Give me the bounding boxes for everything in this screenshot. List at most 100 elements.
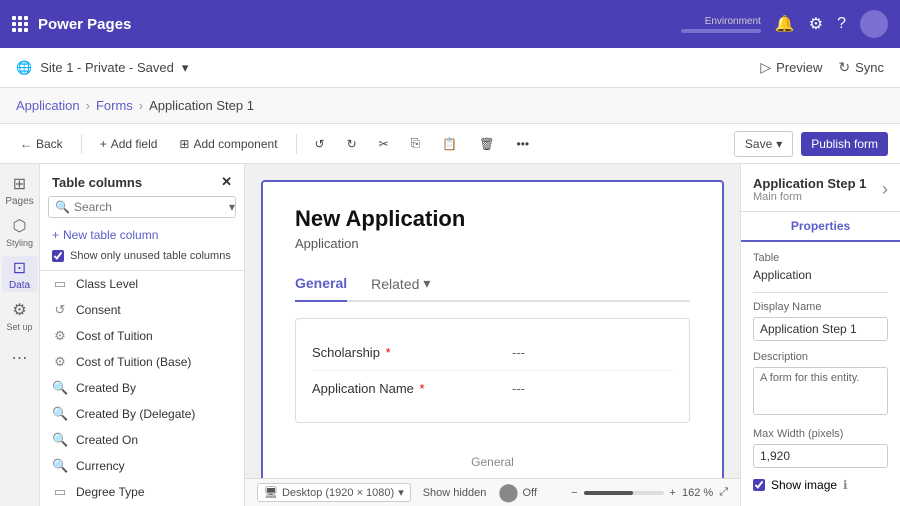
props-section: Table Application Display Name Descripti… [741, 242, 900, 502]
sidebar-item-pages[interactable]: ⊞ Pages [2, 172, 38, 208]
main-layout: ⊞ Pages ⬡ Styling ⊡ Data ⚙ Set up ⋯ Tabl… [0, 164, 900, 506]
column-item-currency[interactable]: 🔍Currency [40, 453, 244, 479]
more-nav-icon: ⋯ [12, 348, 28, 368]
apps-icon[interactable] [12, 16, 28, 32]
tab-properties[interactable]: Properties [741, 212, 900, 242]
max-width-input[interactable] [753, 444, 888, 468]
sidebar-item-styling[interactable]: ⬡ Styling [2, 214, 38, 250]
col-icon-cost_of_tuition: ⚙ [52, 328, 68, 344]
copy-button[interactable]: ⎘ [403, 132, 429, 155]
application-name-required: * [420, 381, 425, 396]
app-title: Power Pages [38, 16, 131, 33]
cut-button[interactable]: ✂ [371, 133, 397, 155]
env-info: Environment [681, 16, 761, 33]
related-chevron-icon: ▾ [423, 275, 430, 292]
form-section: Scholarship * --- Application Name * --- [295, 318, 690, 423]
back-icon: ← [20, 137, 32, 151]
styling-icon: ⬡ [13, 216, 27, 236]
new-table-column-button[interactable]: + New table column [40, 224, 244, 246]
env-bar [681, 29, 761, 33]
column-item-created_by[interactable]: 🔍Created By [40, 375, 244, 401]
breadcrumb-forms[interactable]: Forms [96, 98, 133, 113]
publish-button[interactable]: Publish form [801, 132, 888, 156]
settings-icon[interactable]: ⚙ [809, 14, 823, 34]
filter-icon[interactable]: ▾ [229, 200, 235, 214]
close-panel-icon[interactable]: ✕ [221, 174, 232, 190]
display-name-input[interactable] [753, 317, 888, 341]
undo-button[interactable]: ↺ [307, 133, 333, 155]
col-icon-created_by: 🔍 [52, 380, 68, 396]
form-row-application-name: Application Name * --- [312, 371, 673, 406]
sidebar-item-setup[interactable]: ⚙ Set up [2, 298, 38, 334]
table-value: Application [753, 268, 888, 282]
show-image-checkbox[interactable] [753, 479, 765, 491]
sidebar-item-more[interactable]: ⋯ [2, 340, 38, 376]
show-image-row: Show image ℹ [753, 478, 888, 492]
add-field-button[interactable]: + Add field [92, 133, 166, 155]
description-label: Description [753, 351, 888, 363]
search-input[interactable] [74, 200, 229, 214]
secondbar-actions: ▷ Preview ↻ Sync [760, 59, 884, 76]
more-button[interactable]: ••• [509, 133, 538, 155]
site-icon: 🌐 [16, 60, 32, 76]
zoom-plus-icon[interactable]: + [670, 487, 676, 499]
tab-general[interactable]: General [295, 267, 347, 302]
add-col-icon: + [52, 228, 59, 242]
preview-button[interactable]: ▷ Preview [760, 59, 822, 76]
props-chevron-icon[interactable]: › [882, 179, 888, 200]
zoom-bar: − + 162 % ⤢ [571, 486, 728, 499]
breadcrumb-current: Application Step 1 [149, 98, 254, 113]
back-button[interactable]: ← Back [12, 133, 71, 155]
column-item-cost_of_tuition[interactable]: ⚙Cost of Tuition [40, 323, 244, 349]
props-title: Application Step 1 [753, 176, 866, 191]
toggle-control[interactable]: ⬤ Off [498, 482, 537, 503]
column-item-class_level[interactable]: ▭Class Level [40, 271, 244, 297]
paste-button[interactable]: 📋 [434, 133, 465, 155]
data-icon: ⊡ [13, 258, 26, 278]
column-item-created_on[interactable]: 🔍Created On [40, 427, 244, 453]
info-icon[interactable]: ℹ [843, 478, 848, 492]
sync-icon: ↻ [838, 59, 850, 76]
search-box: 🔍 ▾ [48, 196, 236, 218]
breadcrumb-application[interactable]: Application [16, 98, 80, 113]
max-width-label: Max Width (pixels) [753, 428, 888, 440]
desktop-selector[interactable]: 🖥 Desktop (1920 × 1080) ▾ [257, 483, 411, 502]
zoom-minus-icon[interactable]: − [571, 487, 577, 499]
tab-related[interactable]: Related ▾ [371, 267, 430, 302]
delete-button[interactable]: 🗑 [471, 133, 502, 155]
expand-icon[interactable]: ⤢ [719, 486, 728, 499]
zoom-fill [584, 491, 634, 495]
zoom-track[interactable] [584, 491, 664, 495]
column-item-consent[interactable]: ↺Consent [40, 297, 244, 323]
site-label[interactable]: Site 1 - Private - Saved [40, 60, 174, 75]
show-unused-checkbox[interactable] [52, 250, 64, 262]
application-name-label: Application Name * [312, 381, 512, 396]
bottom-bar: 🖥 Desktop (1920 × 1080) ▾ Show hidden ⬤ … [245, 478, 740, 506]
column-item-created_by_delegate[interactable]: 🔍Created By (Delegate) [40, 401, 244, 427]
form-subtitle: Application [295, 236, 690, 251]
scholarship-value[interactable]: --- [512, 345, 525, 360]
columns-list: ▭Class Level↺Consent⚙Cost of Tuition⚙Cos… [40, 271, 244, 506]
form-tabs: General Related ▾ [295, 267, 690, 302]
properties-panel: Application Step 1 Main form › Propertie… [740, 164, 900, 506]
sync-button[interactable]: ↻ Sync [838, 59, 884, 76]
column-item-degree_type[interactable]: ▭Degree Type [40, 479, 244, 505]
setup-icon: ⚙ [12, 300, 26, 320]
topbar-left: Power Pages [12, 16, 131, 33]
application-name-value[interactable]: --- [512, 381, 525, 396]
description-textarea[interactable]: A form for this entity. [753, 367, 888, 415]
redo-button[interactable]: ↻ [339, 133, 365, 155]
display-name-label: Display Name [753, 301, 888, 313]
props-title-area: Application Step 1 Main form [753, 176, 866, 203]
site-chevron[interactable]: ▾ [182, 60, 189, 76]
add-component-button[interactable]: ⊞ Add component [171, 133, 285, 155]
save-button[interactable]: Save ▾ [734, 131, 793, 157]
help-icon[interactable]: ? [837, 15, 846, 33]
table-label: Table [753, 252, 888, 264]
props-divider-1 [753, 292, 888, 293]
notification-icon[interactable]: 🔔 [775, 14, 795, 34]
avatar[interactable] [860, 10, 888, 38]
scholarship-label: Scholarship * [312, 345, 512, 360]
column-item-cost_of_tuition_base[interactable]: ⚙Cost of Tuition (Base) [40, 349, 244, 375]
sidebar-item-data[interactable]: ⊡ Data [2, 256, 38, 292]
